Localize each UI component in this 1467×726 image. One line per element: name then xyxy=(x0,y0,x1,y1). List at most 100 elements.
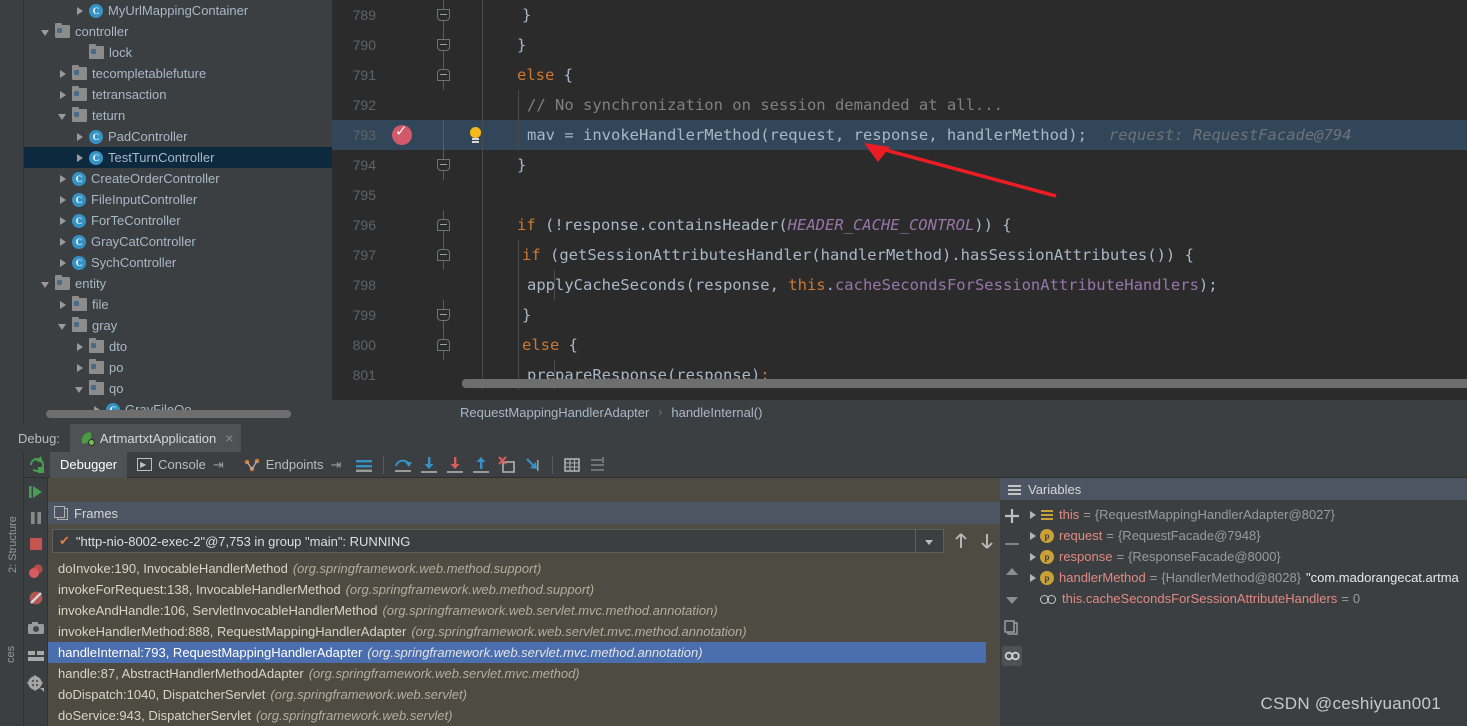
project-tree-panel[interactable]: C MyUrlMappingContainer controller lock teco… xyxy=(0,0,332,424)
intention-bulb-area[interactable] xyxy=(464,150,502,180)
fold-collapse-icon[interactable] xyxy=(437,219,450,231)
evaluate-expression-icon[interactable] xyxy=(561,454,583,476)
gutter-fold-area[interactable] xyxy=(424,60,464,90)
code-line[interactable]: 797 if (getSessionAttributesHandler(handl… xyxy=(332,240,1467,270)
close-icon[interactable]: × xyxy=(225,430,233,446)
intention-bulb-area[interactable] xyxy=(464,210,502,240)
chevron-right-icon[interactable] xyxy=(56,256,70,270)
tree-item[interactable]: C MyUrlMappingContainer xyxy=(24,0,332,21)
project-tree-list[interactable]: C MyUrlMappingContainer controller lock teco… xyxy=(24,0,332,424)
gutter-breakpoint-area[interactable] xyxy=(384,0,424,30)
tree-item[interactable]: tecompletablefuture xyxy=(24,63,332,84)
variables-panel[interactable]: Variables this = {RequestMappingHandlerA… xyxy=(1000,478,1467,726)
tree-item[interactable]: tetransaction xyxy=(24,84,332,105)
debugger-toolbar[interactable]: Debugger ▶ Console ⇥ Endpoints ⇥ xyxy=(24,451,1467,478)
mute-breakpoints-icon[interactable] xyxy=(26,588,46,608)
step-into-icon[interactable] xyxy=(418,454,440,476)
step-over-icon[interactable] xyxy=(392,454,414,476)
variable-row[interactable]: p response = {ResponseFacade@8000} xyxy=(1026,546,1467,567)
copy-icon[interactable] xyxy=(1002,618,1022,638)
tree-item[interactable]: po xyxy=(24,357,332,378)
rerun-icon[interactable] xyxy=(26,454,48,476)
frames-panel[interactable]: Frames ✔ "http-nio-8002-exec-2"@7,753 in… xyxy=(48,478,1044,726)
code-line[interactable]: 790} xyxy=(332,30,1467,60)
code-line[interactable]: 800 else { xyxy=(332,330,1467,360)
code-line[interactable]: 793 mav = invokeHandlerMethod(request, re… xyxy=(332,120,1467,150)
code-text[interactable]: } xyxy=(502,6,531,24)
tab-endpoints[interactable]: Endpoints ⇥ xyxy=(234,452,352,478)
gutter-breakpoint-area[interactable] xyxy=(384,300,424,330)
step-out-icon[interactable] xyxy=(470,454,492,476)
chevron-down-icon[interactable] xyxy=(39,277,53,291)
tree-item[interactable]: C CreateOrderController xyxy=(24,168,332,189)
chevron-right-icon[interactable] xyxy=(73,130,87,144)
chevron-right-icon[interactable] xyxy=(1026,508,1040,522)
chevron-right-icon[interactable] xyxy=(56,193,70,207)
code-line[interactable]: 796 if (!response.containsHeader(HEADER_C… xyxy=(332,210,1467,240)
chevron-right-icon[interactable] xyxy=(56,67,70,81)
gutter-fold-area[interactable] xyxy=(424,180,464,210)
code-text[interactable]: } xyxy=(502,306,531,324)
code-text[interactable]: applyCacheSeconds(response, this.cacheSe… xyxy=(502,276,1218,294)
chevron-down-icon[interactable] xyxy=(56,319,70,333)
chevron-down-icon[interactable] xyxy=(56,109,70,123)
tree-item[interactable]: C FileInputController xyxy=(24,189,332,210)
intention-bulb-area[interactable] xyxy=(464,90,502,120)
frame-row[interactable]: doService:943, DispatcherServlet (org.spr… xyxy=(48,705,986,726)
chevron-right-icon[interactable] xyxy=(1026,550,1040,564)
run-configuration-tab[interactable]: ArtmartxtApplication × xyxy=(69,424,242,452)
chevron-right-icon[interactable] xyxy=(73,151,87,165)
project-tree-horizontal-scrollbar[interactable] xyxy=(46,410,291,418)
chevron-right-icon[interactable] xyxy=(73,4,87,18)
chevron-right-icon[interactable] xyxy=(56,88,70,102)
intention-bulb-area[interactable] xyxy=(464,270,502,300)
tree-item[interactable]: dto xyxy=(24,336,332,357)
gutter-breakpoint-area[interactable] xyxy=(384,330,424,360)
add-watch-icon[interactable] xyxy=(1002,506,1022,526)
editor-horizontal-scrollbar[interactable] xyxy=(462,379,1467,388)
intention-bulb-area[interactable] xyxy=(464,240,502,270)
intention-bulb-area[interactable] xyxy=(464,60,502,90)
breadcrumb-method[interactable]: handleInternal() xyxy=(671,405,762,420)
fold-end-icon[interactable] xyxy=(437,9,450,21)
chevron-right-icon[interactable] xyxy=(1026,571,1040,585)
variables-list[interactable]: this = {RequestMappingHandlerAdapter@8027}… xyxy=(1026,504,1467,609)
tree-item[interactable]: C ForTeController xyxy=(24,210,332,231)
show-execution-point-icon[interactable] xyxy=(353,454,375,476)
chevron-right-icon[interactable] xyxy=(56,298,70,312)
chevron-right-icon[interactable] xyxy=(56,172,70,186)
move-down-icon[interactable] xyxy=(1002,590,1022,610)
code-text[interactable]: } xyxy=(502,36,526,54)
frame-row[interactable]: handle:87, AbstractHandlerMethodAdapter (… xyxy=(48,663,986,684)
intention-bulb-area[interactable] xyxy=(464,300,502,330)
code-text[interactable]: else { xyxy=(502,336,578,354)
fold-end-icon[interactable] xyxy=(437,39,450,51)
intention-bulb-area[interactable] xyxy=(464,330,502,360)
gutter-fold-area[interactable] xyxy=(424,150,464,180)
frame-row[interactable]: doDispatch:1040, DispatcherServlet (org.s… xyxy=(48,684,986,705)
breadcrumb[interactable]: RequestMappingHandlerAdapter › handleInt… xyxy=(332,400,1467,424)
fold-end-icon[interactable] xyxy=(437,309,450,321)
gutter-breakpoint-area[interactable] xyxy=(384,30,424,60)
services-tool-label[interactable]: ces xyxy=(5,613,17,663)
layout-icon[interactable] xyxy=(26,646,46,666)
gutter-breakpoint-area[interactable] xyxy=(384,150,424,180)
tree-item[interactable]: entity xyxy=(24,273,332,294)
structure-tool-label[interactable]: 2: Structure xyxy=(7,503,19,573)
left-tool-rail[interactable]: 2: Structure ces xyxy=(0,452,24,726)
code-line[interactable]: 798 applyCacheSeconds(response, this.cach… xyxy=(332,270,1467,300)
tree-item[interactable]: C GrayCatController xyxy=(24,231,332,252)
tree-item[interactable]: lock xyxy=(24,42,332,63)
camera-icon[interactable] xyxy=(26,618,46,638)
code-editor[interactable]: 789} 790} 791 else {792// No synchronizatio… xyxy=(332,0,1467,424)
chevron-down-icon[interactable] xyxy=(39,25,53,39)
gutter-fold-area[interactable] xyxy=(424,330,464,360)
intention-bulb-area[interactable] xyxy=(464,180,502,210)
code-text[interactable]: mav = invokeHandlerMethod(request, respo… xyxy=(502,126,1352,144)
lightbulb-icon[interactable] xyxy=(470,127,481,140)
code-text[interactable]: if (getSessionAttributesHandler(handlerM… xyxy=(502,246,1194,264)
code-line[interactable]: 789} xyxy=(332,0,1467,30)
intention-bulb-area[interactable] xyxy=(464,30,502,60)
chevron-right-icon[interactable] xyxy=(1026,529,1040,543)
tree-item[interactable]: controller xyxy=(24,21,332,42)
